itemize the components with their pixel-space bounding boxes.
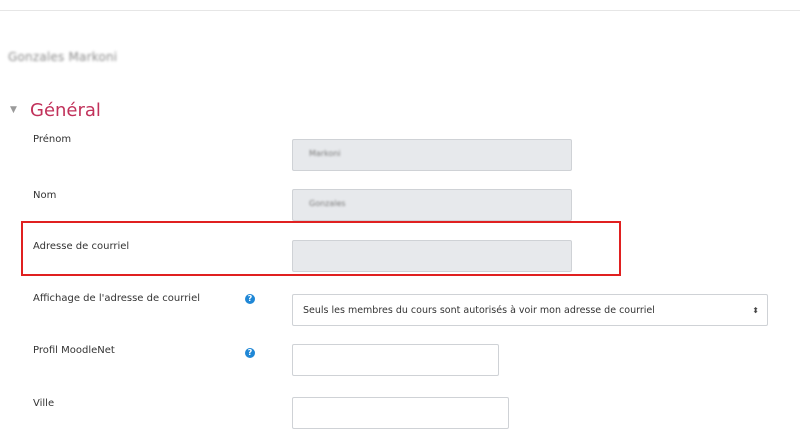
- firstname-field: Markoni: [292, 139, 572, 171]
- moodlenet-label: Profil MoodleNet: [33, 345, 115, 356]
- email-display-label: Affichage de l'adresse de courriel: [33, 293, 201, 304]
- email-display-select[interactable]: Seuls les membres du cours sont autorisé…: [292, 294, 768, 326]
- lastname-field: Gonzales: [292, 189, 572, 221]
- chevron-down-icon[interactable]: ▼: [10, 105, 24, 115]
- email-display-selected: Seuls les membres du cours sont autorisé…: [303, 304, 655, 316]
- help-icon[interactable]: ?: [245, 348, 255, 358]
- section-title: Général: [30, 99, 101, 121]
- user-fullname: Gonzales Markoni: [8, 50, 118, 64]
- moodlenet-input[interactable]: [292, 344, 499, 376]
- lastname-label: Nom: [33, 190, 57, 201]
- firstname-label: Prénom: [33, 134, 72, 145]
- city-input[interactable]: [292, 397, 509, 429]
- top-divider: [0, 10, 800, 11]
- help-icon[interactable]: ?: [245, 294, 255, 304]
- lastname-value: Gonzales: [309, 199, 346, 208]
- firstname-value: Markoni: [309, 149, 341, 158]
- city-label: Ville: [33, 398, 55, 409]
- select-caret-icon: ⬍: [752, 305, 759, 315]
- section-header-general[interactable]: ▼ Général: [10, 97, 101, 123]
- highlight-box: [21, 221, 621, 276]
